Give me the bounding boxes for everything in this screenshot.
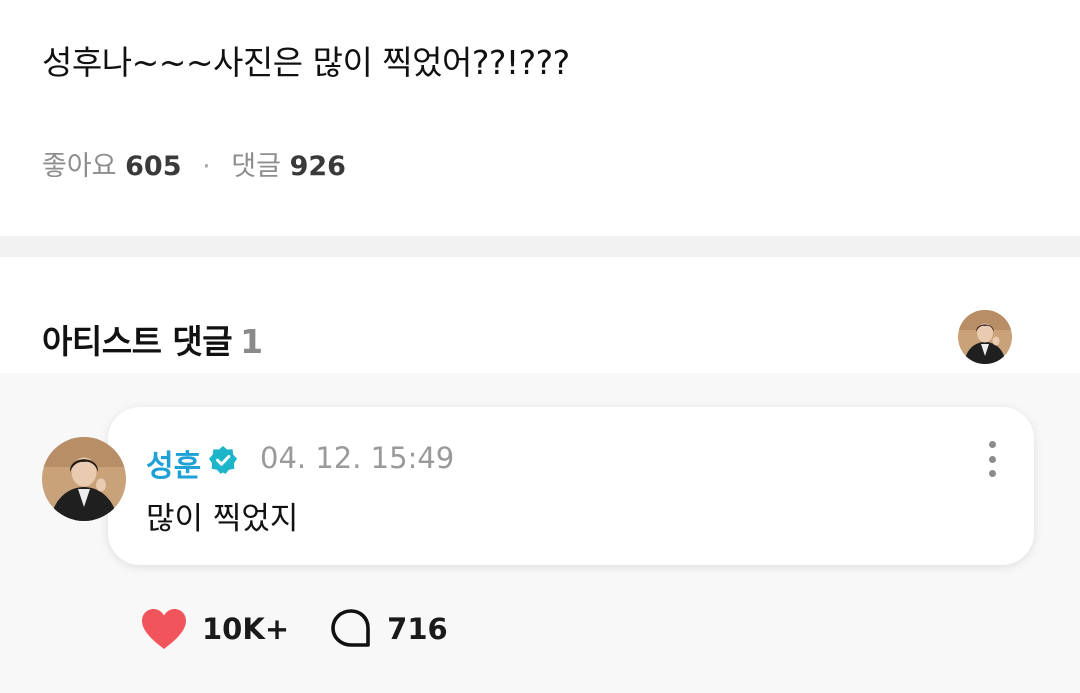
comment-actions: 10K+ 716 [140, 607, 488, 651]
artist-comment-area: 성훈 04. 12. 15:49 많이 찍었지 10K+ 716 [0, 373, 1080, 693]
comment-text: 많이 찍었지 [146, 501, 299, 537]
artist-comments-title-text: 아티스트 댓글 [42, 322, 233, 361]
comments-count[interactable]: 926 [290, 151, 346, 182]
reply-button[interactable]: 716 [329, 607, 448, 651]
artist-comments-title: 아티스트 댓글 1 [42, 315, 263, 363]
artist-comments-header: 아티스트 댓글 1 [0, 257, 1080, 373]
reply-count: 716 [387, 612, 448, 646]
like-count: 10K+ [202, 612, 290, 646]
artist-avatar-small[interactable] [958, 310, 1012, 364]
likes-count[interactable]: 605 [125, 151, 181, 182]
speech-bubble-icon [331, 609, 370, 647]
comment-author-avatar[interactable] [42, 437, 126, 521]
section-divider [0, 236, 1080, 257]
comment-author[interactable]: 성훈 [146, 441, 201, 485]
artist-comments-count: 1 [240, 322, 263, 361]
post-stats: 좋아요 605 · 댓글 926 [42, 144, 346, 183]
like-button[interactable]: 10K+ [140, 607, 289, 651]
post-section: 성후나~~~사진은 많이 찍었어??!??? 좋아요 605 · 댓글 926 [0, 0, 1080, 236]
stats-separator: · [202, 151, 211, 182]
comment-timestamp: 04. 12. 15:49 [260, 441, 455, 475]
verified-badge-icon [209, 446, 237, 474]
comment-bubble[interactable]: 성훈 04. 12. 15:49 많이 찍었지 [108, 407, 1034, 565]
heart-icon [142, 609, 186, 649]
comments-label: 댓글 [231, 151, 281, 182]
likes-label: 좋아요 [42, 151, 117, 182]
more-vertical-icon[interactable] [984, 441, 1000, 477]
post-text: 성후나~~~사진은 많이 찍었어??!??? [42, 43, 570, 82]
